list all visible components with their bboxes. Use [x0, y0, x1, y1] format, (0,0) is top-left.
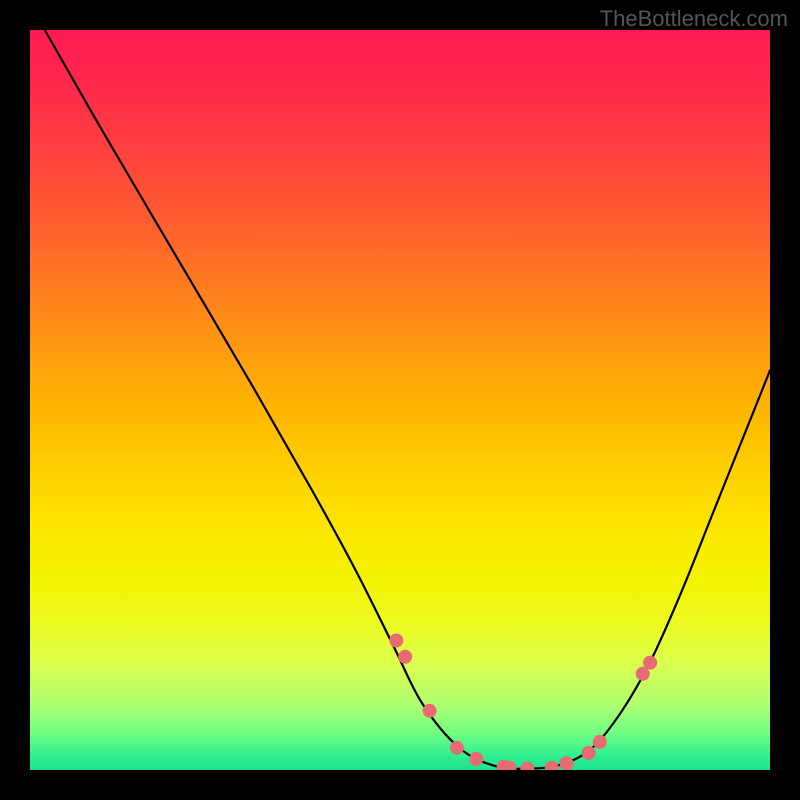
- watermark-text: TheBottleneck.com: [600, 6, 788, 32]
- curve-marker: [469, 752, 483, 766]
- plot-area: [30, 30, 770, 770]
- curve-marker: [423, 704, 437, 718]
- curve-marker: [545, 761, 559, 770]
- curve-marker: [450, 741, 464, 755]
- curve-marker: [398, 650, 412, 664]
- chart-svg: [30, 30, 770, 770]
- curve-markers: [389, 634, 657, 771]
- curve-marker: [389, 634, 403, 648]
- curve-marker: [520, 762, 534, 770]
- curve-marker: [560, 756, 574, 770]
- curve-marker: [582, 746, 596, 760]
- curve-marker: [643, 656, 657, 670]
- curve-marker: [593, 735, 607, 749]
